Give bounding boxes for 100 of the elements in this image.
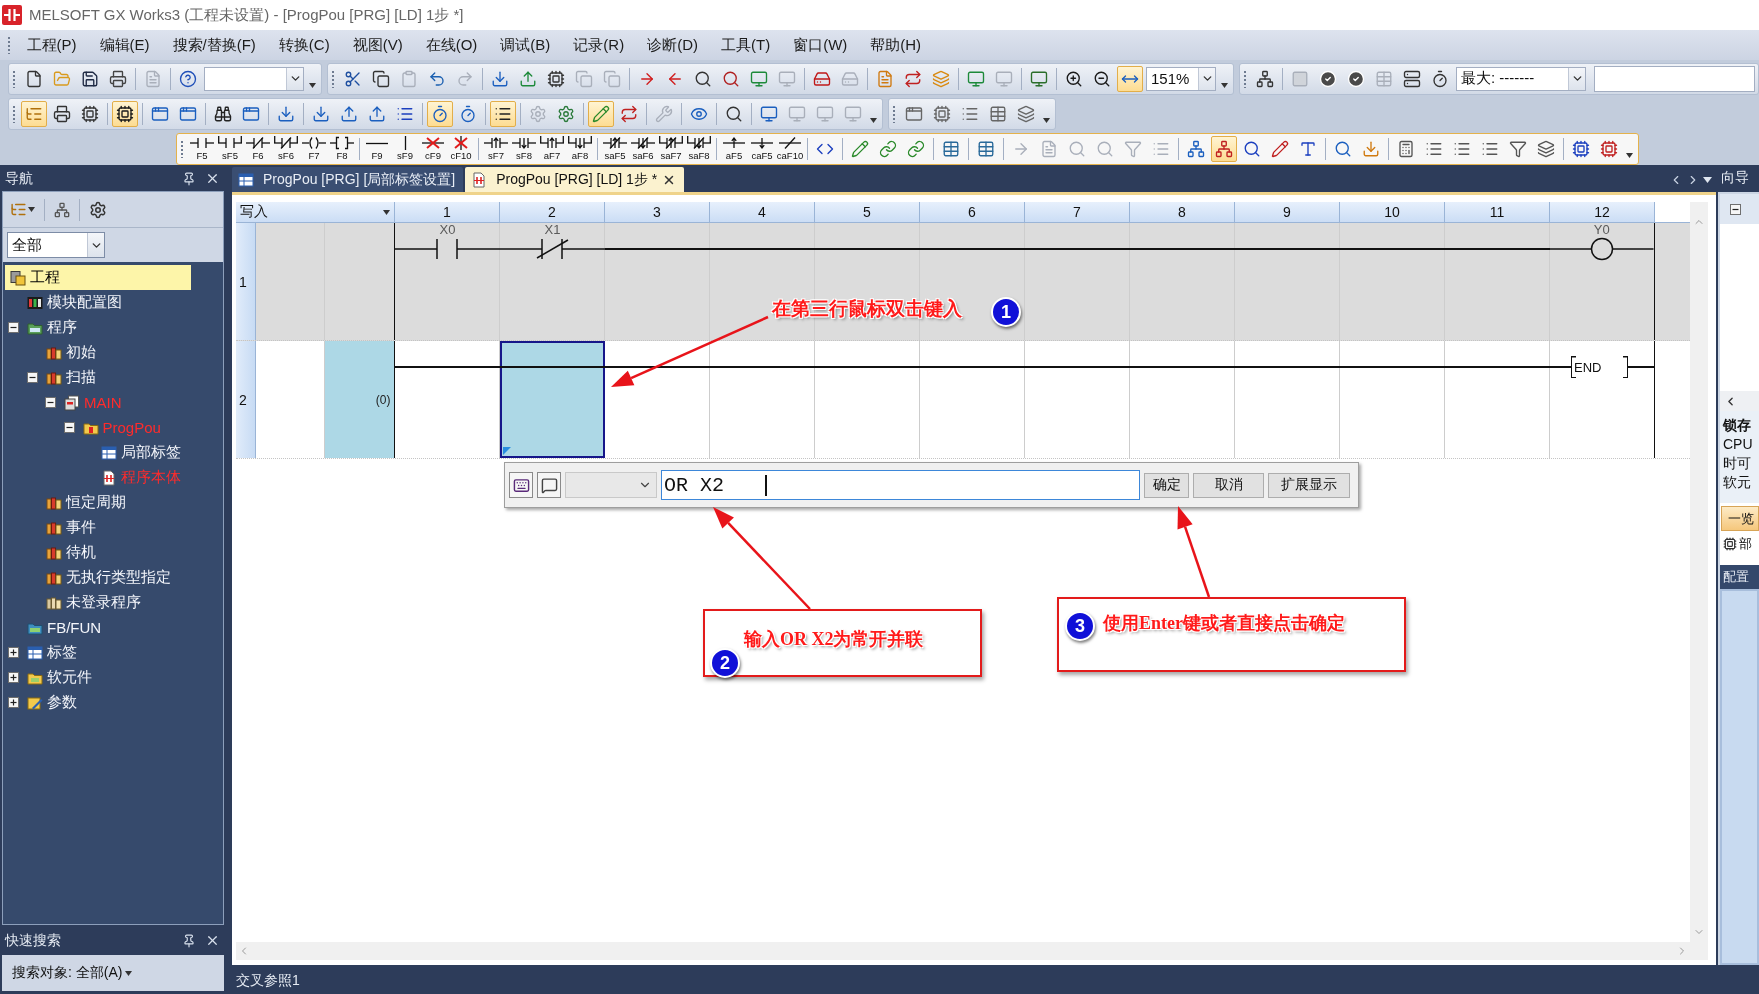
ladder-document-icon <box>101 469 117 486</box>
ladder-symbol-button[interactable]: aF5 <box>720 133 748 164</box>
menu-item[interactable]: 转换(C) <box>267 32 342 58</box>
cursor-cell[interactable] <box>500 341 605 458</box>
up-arrow-line-icon <box>722 136 746 150</box>
ladder-symbol-button[interactable]: cF10 <box>447 133 475 164</box>
tree-icon <box>10 201 27 218</box>
collapse-icon[interactable] <box>26 372 38 383</box>
ladder-symbol-button[interactable]: F6 <box>244 133 272 164</box>
column-header: 2 <box>500 202 605 222</box>
menu-item[interactable]: 编辑(E) <box>88 32 161 58</box>
ladder-symbol-button[interactable]: caF10 <box>776 133 804 164</box>
ladder-symbol-button[interactable]: sF7 <box>482 133 510 164</box>
network-icon <box>54 201 70 218</box>
ladder-symbol-button[interactable]: F7 <box>300 133 328 164</box>
toolbar-combo-box[interactable]: 最大: ------- <box>1456 66 1586 91</box>
collapse-icon[interactable] <box>1730 203 1741 215</box>
collapse-icon[interactable] <box>63 422 75 433</box>
menu-item[interactable]: 工具(T) <box>709 32 782 58</box>
tree-item[interactable]: 待机 <box>5 540 191 565</box>
tree-item[interactable]: 恒定周期 <box>5 490 191 515</box>
menu-item[interactable]: 帮助(H) <box>858 32 933 58</box>
ladder-symbol-button[interactable]: F8 <box>328 133 356 164</box>
books-icon <box>45 369 62 386</box>
column-header: 10 <box>1340 202 1445 222</box>
books-icon <box>45 344 62 361</box>
ladder-symbol-button[interactable]: saF5 <box>601 133 629 164</box>
speech-bubble-icon <box>540 476 558 494</box>
ladder-symbol-button[interactable]: aF7 <box>538 133 566 164</box>
ladder-symbol-button[interactable]: sF9 <box>391 133 419 164</box>
toolbar-input-field[interactable] <box>1594 65 1755 92</box>
tree-item[interactable]: 局部标签 <box>5 440 191 465</box>
ladder-symbol-button[interactable]: F9 <box>363 133 391 164</box>
expand-icon[interactable] <box>8 647 19 658</box>
ladder-symbol-button[interactable]: sF8 <box>510 133 538 164</box>
horizontal-scrollbar[interactable] <box>1720 391 1759 411</box>
menu-item[interactable]: 记录(R) <box>561 32 636 58</box>
toolbar-button[interactable] <box>537 472 561 498</box>
tree-item[interactable]: 参数 <box>5 690 191 715</box>
panel-title: 快速搜索 <box>5 931 61 950</box>
ladder-symbol-button[interactable]: sF6 <box>272 133 300 164</box>
toolbar-combo-box[interactable]: 151% <box>1146 66 1216 91</box>
ladder-symbol-button[interactable]: F5 <box>188 133 216 164</box>
tree-item[interactable]: 标签 <box>5 640 191 665</box>
menu-item[interactable]: 在线(O) <box>414 32 489 58</box>
tree-item[interactable]: 无执行类型指定 <box>5 565 191 590</box>
collapse-icon[interactable] <box>8 322 19 333</box>
menu-item[interactable]: 诊断(D) <box>635 32 710 58</box>
down-arrow-branch-contact-icon <box>568 136 592 150</box>
tree-item[interactable]: FB/FUN <box>5 615 191 640</box>
mode-dropdown[interactable]: 写入 <box>236 202 395 222</box>
dialog-button[interactable]: 取消 <box>1193 472 1264 498</box>
expand-icon[interactable] <box>8 672 19 683</box>
ladder-symbol-button[interactable]: saF6 <box>629 133 657 164</box>
column-header: 6 <box>920 202 1025 222</box>
close-icon[interactable] <box>205 933 220 948</box>
tree-item[interactable]: 初始 <box>5 340 191 365</box>
ladder-symbol-button[interactable]: aF8 <box>566 133 594 164</box>
ladder-symbol-button[interactable]: caF5 <box>748 133 776 164</box>
caret-down-icon[interactable] <box>1703 176 1712 183</box>
blocks-icon <box>10 269 26 286</box>
tree-item[interactable]: 模块配置图 <box>5 290 191 315</box>
ladder-symbol-button[interactable]: saF7 <box>657 133 685 164</box>
down-arrow-branch-closed-contact-icon <box>687 136 711 150</box>
tree-item[interactable]: 事件 <box>5 515 191 540</box>
filter-combo-box[interactable]: 全部 <box>7 232 105 258</box>
expand-icon[interactable] <box>8 697 19 708</box>
instruction-input-field[interactable]: OR X2 <box>661 470 1140 500</box>
ladder-symbol-button[interactable]: cF9 <box>419 133 447 164</box>
info-text: CPU <box>1723 435 1754 454</box>
list-button[interactable]: 一览 <box>1721 506 1759 531</box>
menu-item[interactable]: 窗口(W) <box>781 32 859 58</box>
caret-down-icon <box>383 209 390 215</box>
menu-item[interactable]: 视图(V) <box>341 32 415 58</box>
tree-item[interactable]: 软元件 <box>5 665 191 690</box>
slashed-line-icon <box>778 136 802 150</box>
module-rack-icon <box>27 294 43 311</box>
ladder-symbol-button[interactable]: sF5 <box>216 133 244 164</box>
tree-item[interactable]: 扫描 <box>5 365 191 390</box>
editor-tab[interactable]: ProgPou [PRG] [LD] 1步 * <box>465 167 685 192</box>
tree-item[interactable]: 未登录程序 <box>5 590 191 615</box>
toolbar-button[interactable] <box>509 472 533 498</box>
tree-item[interactable]: 程序 <box>5 315 191 340</box>
menu-item[interactable]: 调试(B) <box>488 32 562 58</box>
tree-item[interactable]: 工程 <box>5 265 191 290</box>
close-icon[interactable] <box>205 171 220 186</box>
panel-tab[interactable]: 交叉参照1 <box>232 972 304 994</box>
menu-item[interactable]: 工程(P) <box>15 32 88 58</box>
down-arrow-line-icon <box>750 136 774 150</box>
ladder-symbol-button[interactable]: saF8 <box>685 133 713 164</box>
pin-icon[interactable] <box>182 171 196 186</box>
collapse-icon[interactable] <box>45 397 56 408</box>
pin-icon[interactable] <box>182 933 196 948</box>
dialog-button[interactable]: 确定 <box>1144 472 1189 498</box>
branch-contact-icon <box>218 136 242 150</box>
menu-item[interactable]: 搜索/替换(F) <box>161 32 268 58</box>
editor-tab[interactable]: ProgPou [PRG] [局部标签设置] <box>232 167 464 192</box>
panel-title: 向导 <box>1721 169 1749 187</box>
table-icon <box>101 444 117 461</box>
dialog-button[interactable]: 扩展显示 <box>1268 472 1350 498</box>
